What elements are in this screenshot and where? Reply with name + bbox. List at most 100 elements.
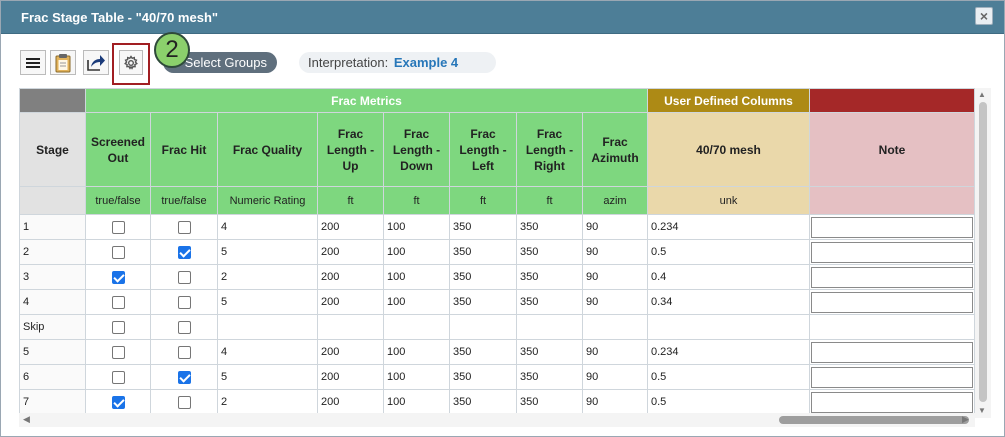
screened-out-checkbox[interactable] <box>111 395 125 409</box>
down-cell[interactable]: 100 <box>383 289 450 315</box>
left-cell[interactable]: 350 <box>449 264 517 290</box>
quality-cell[interactable]: 4 <box>217 339 318 365</box>
frac-hit-checkbox[interactable] <box>177 220 191 234</box>
note-input[interactable] <box>811 216 973 238</box>
horizontal-scrollbar[interactable]: ◀ ▶ <box>19 413 975 427</box>
down-cell[interactable]: 100 <box>383 339 450 365</box>
left-cell[interactable]: 350 <box>449 289 517 315</box>
right-cell[interactable]: 350 <box>516 264 583 290</box>
up-cell[interactable]: 200 <box>317 239 384 265</box>
azimuth-cell[interactable]: 90 <box>582 339 648 365</box>
up-cell[interactable]: 200 <box>317 339 384 365</box>
horizontal-scroll-thumb[interactable] <box>779 416 969 424</box>
frac-hit-checkbox[interactable] <box>177 270 191 284</box>
scroll-up-arrow-icon[interactable]: ▲ <box>978 90 986 99</box>
column-header-frac-length-up[interactable]: Frac Length - Up <box>317 112 384 187</box>
window-titlebar[interactable]: Frac Stage Table - "40/70 mesh" × <box>1 1 1004 34</box>
quality-cell[interactable]: 5 <box>217 364 318 390</box>
right-cell[interactable]: 350 <box>516 239 583 265</box>
column-header-frac-azimuth[interactable]: Frac Azimuth <box>582 112 648 187</box>
azimuth-cell[interactable]: 90 <box>582 214 648 240</box>
down-cell[interactable]: 100 <box>383 364 450 390</box>
screened-out-checkbox[interactable] <box>111 370 125 384</box>
frac-hit-checkbox[interactable] <box>177 295 191 309</box>
quality-cell[interactable]: 4 <box>217 214 318 240</box>
interpretation-selector[interactable]: Interpretation: Example 4 <box>299 52 496 73</box>
column-header-stage[interactable]: Stage <box>19 112 86 187</box>
quality-cell[interactable]: 2 <box>217 389 318 415</box>
up-cell[interactable]: 200 <box>317 214 384 240</box>
down-cell[interactable]: 100 <box>383 264 450 290</box>
scroll-left-arrow-icon[interactable]: ◀ <box>23 414 30 425</box>
azimuth-cell[interactable]: 90 <box>582 239 648 265</box>
frac-hit-checkbox[interactable] <box>177 345 191 359</box>
mesh-cell[interactable]: 0.4 <box>647 264 810 290</box>
azimuth-cell[interactable]: 90 <box>582 389 648 415</box>
clipboard-icon[interactable] <box>50 50 76 75</box>
quality-cell[interactable] <box>217 314 318 340</box>
gear-icon[interactable] <box>119 50 143 75</box>
note-input[interactable] <box>811 241 973 263</box>
left-cell[interactable]: 350 <box>449 239 517 265</box>
frac-hit-checkbox[interactable] <box>177 370 191 384</box>
column-header-40-70-mesh[interactable]: 40/70 mesh <box>647 112 810 187</box>
quality-cell[interactable]: 2 <box>217 264 318 290</box>
mesh-cell[interactable] <box>647 314 810 340</box>
left-cell[interactable]: 350 <box>449 364 517 390</box>
right-cell[interactable]: 350 <box>516 389 583 415</box>
note-input[interactable] <box>811 366 973 388</box>
left-cell[interactable]: 350 <box>449 389 517 415</box>
down-cell[interactable]: 100 <box>383 214 450 240</box>
frac-hit-checkbox[interactable] <box>177 245 191 259</box>
down-cell[interactable]: 100 <box>383 239 450 265</box>
export-arrow-icon[interactable] <box>83 50 109 75</box>
frac-hit-checkbox[interactable] <box>177 320 191 334</box>
mesh-cell[interactable]: 0.234 <box>647 214 810 240</box>
hamburger-menu-icon[interactable] <box>20 50 46 75</box>
down-cell[interactable]: 100 <box>383 389 450 415</box>
right-cell[interactable]: 350 <box>516 289 583 315</box>
left-cell[interactable]: 350 <box>449 214 517 240</box>
right-cell[interactable]: 350 <box>516 214 583 240</box>
note-input[interactable] <box>811 391 973 413</box>
quality-cell[interactable]: 5 <box>217 239 318 265</box>
up-cell[interactable]: 200 <box>317 264 384 290</box>
left-cell[interactable]: 350 <box>449 339 517 365</box>
screened-out-checkbox[interactable] <box>111 220 125 234</box>
azimuth-cell[interactable]: 90 <box>582 289 648 315</box>
mesh-cell[interactable]: 0.5 <box>647 364 810 390</box>
note-input[interactable] <box>811 291 973 313</box>
mesh-cell[interactable]: 0.234 <box>647 339 810 365</box>
scroll-down-arrow-icon[interactable]: ▼ <box>978 406 986 415</box>
screened-out-checkbox[interactable] <box>111 295 125 309</box>
up-cell[interactable]: 200 <box>317 389 384 415</box>
azimuth-cell[interactable]: 90 <box>582 364 648 390</box>
column-header-note[interactable]: Note <box>809 112 975 187</box>
right-cell[interactable]: 350 <box>516 364 583 390</box>
close-icon[interactable]: × <box>975 7 993 25</box>
column-header-frac-length-right[interactable]: Frac Length - Right <box>516 112 583 187</box>
note-input[interactable] <box>811 341 973 363</box>
right-cell[interactable]: 350 <box>516 339 583 365</box>
screened-out-checkbox[interactable] <box>111 245 125 259</box>
column-header-frac-quality[interactable]: Frac Quality <box>217 112 318 187</box>
column-header-frac-length-down[interactable]: Frac Length - Down <box>383 112 450 187</box>
note-input[interactable] <box>811 266 973 288</box>
vertical-scroll-thumb[interactable] <box>979 102 987 402</box>
screened-out-checkbox[interactable] <box>111 320 125 334</box>
mesh-cell[interactable]: 0.5 <box>647 239 810 265</box>
azimuth-cell[interactable]: 90 <box>582 264 648 290</box>
column-header-screened-out[interactable]: Screened Out <box>85 112 151 187</box>
screened-out-checkbox[interactable] <box>111 270 125 284</box>
up-cell[interactable] <box>317 314 384 340</box>
vertical-scrollbar[interactable]: ▲ ▼ <box>975 88 991 418</box>
up-cell[interactable]: 200 <box>317 364 384 390</box>
column-header-frac-hit[interactable]: Frac Hit <box>150 112 218 187</box>
mesh-cell[interactable]: 0.5 <box>647 389 810 415</box>
quality-cell[interactable]: 5 <box>217 289 318 315</box>
right-cell[interactable] <box>516 314 583 340</box>
up-cell[interactable]: 200 <box>317 289 384 315</box>
interpretation-value[interactable]: Example 4 <box>394 55 458 70</box>
azimuth-cell[interactable] <box>582 314 648 340</box>
screened-out-checkbox[interactable] <box>111 345 125 359</box>
